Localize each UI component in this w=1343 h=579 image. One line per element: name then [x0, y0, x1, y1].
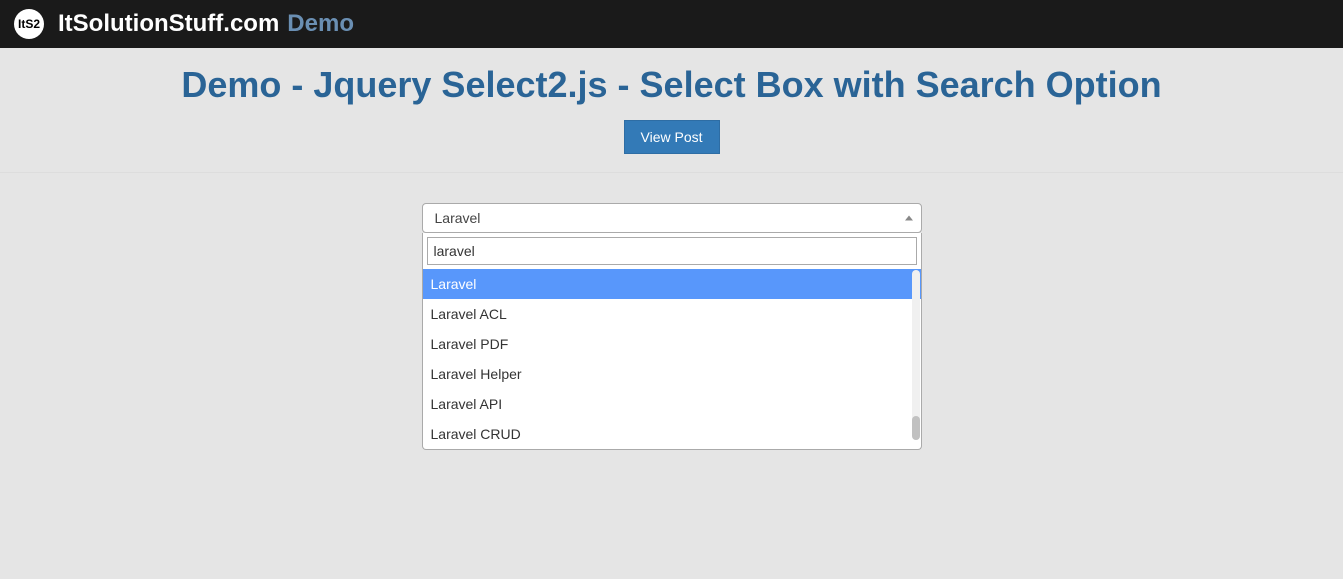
logo-text: ItS2 [18, 17, 40, 31]
select2-search-wrap [423, 233, 921, 269]
scrollbar-thumb[interactable] [912, 416, 920, 440]
scrollbar[interactable] [912, 270, 920, 440]
navbar: ItS2 ItSolutionStuff.com Demo [0, 0, 1343, 48]
select2-dropdown: Laravel Laravel ACL Laravel PDF Laravel … [422, 233, 922, 450]
site-logo[interactable]: ItS2 [14, 9, 44, 39]
view-post-button[interactable]: View Post [624, 120, 720, 154]
select2-selected-text: Laravel [435, 210, 481, 226]
select2-container: Laravel Laravel Laravel ACL Laravel PDF … [422, 203, 922, 450]
select2-results: Laravel Laravel ACL Laravel PDF Laravel … [423, 269, 921, 449]
page-title: Demo - Jquery Select2.js - Select Box wi… [0, 64, 1343, 106]
select2-option[interactable]: Laravel CRUD [423, 419, 921, 449]
select2-option[interactable]: Laravel Helper [423, 359, 921, 389]
select2-selection[interactable]: Laravel [422, 203, 922, 233]
select2-search-input[interactable] [427, 237, 917, 265]
select2-option[interactable]: Laravel PDF [423, 329, 921, 359]
select2-option[interactable]: Laravel ACL [423, 299, 921, 329]
chevron-up-icon [905, 216, 913, 221]
select2-option[interactable]: Laravel API [423, 389, 921, 419]
navbar-brand[interactable]: ItSolutionStuff.com [58, 10, 279, 38]
select2-option[interactable]: Laravel [423, 269, 921, 299]
navbar-demo-label: Demo [287, 10, 354, 38]
view-post-wrap: View Post [0, 120, 1343, 173]
